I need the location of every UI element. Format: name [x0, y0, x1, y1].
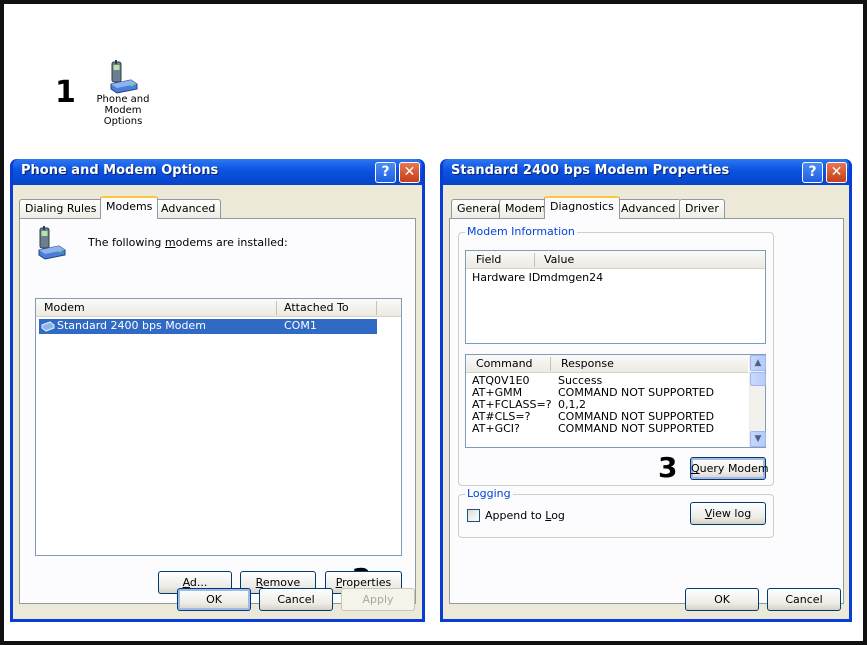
modem-port-cell: COM1	[284, 319, 317, 332]
dialog-title: Standard 2400 bps Modem Properties	[451, 163, 730, 178]
title-bar: Phone and Modem Options ? ✕	[13, 159, 422, 185]
desktop-icon-phone-modem-options[interactable]: Phone and Modem Options	[88, 60, 158, 127]
ok-button[interactable]: OK	[177, 588, 251, 611]
scroll-up-icon[interactable]: ▲	[750, 355, 766, 371]
query-modem-button[interactable]: Query Modem	[690, 457, 769, 480]
help-button[interactable]: ?	[375, 162, 396, 183]
column-divider[interactable]	[534, 253, 535, 267]
column-header-value[interactable]: Value	[544, 253, 574, 266]
modems-list-header: Modem Attached To	[36, 299, 401, 317]
vertical-scrollbar[interactable]: ▲ ▼	[749, 355, 766, 447]
column-header-command[interactable]: Command	[476, 357, 533, 370]
hardware-id-field: Hardware ID	[472, 271, 541, 284]
column-divider[interactable]	[550, 357, 551, 371]
cancel-button[interactable]: Cancel	[259, 588, 333, 611]
ok-button[interactable]: OK	[685, 588, 759, 611]
dialog-title: Phone and Modem Options	[21, 163, 219, 178]
scrollbar-thumb[interactable]	[750, 372, 766, 386]
dialog-client: Dialing Rules Modems Advanced The follow…	[13, 185, 422, 619]
logging-label: Logging	[465, 487, 513, 500]
close-button[interactable]: ✕	[399, 162, 420, 183]
append-to-log-label[interactable]: Append to Log	[485, 509, 565, 522]
desktop-icon-label-line2: Modem	[104, 105, 142, 116]
modem-info-list[interactable]: Field Value Hardware ID mdmgen24	[465, 250, 766, 344]
tab-diagnostics[interactable]: Diagnostics	[544, 196, 620, 219]
column-header-attached-to[interactable]: Attached To	[284, 301, 349, 314]
desktop-icon-label-line1: Phone and	[96, 94, 150, 105]
close-button[interactable]: ✕	[826, 162, 847, 183]
modem-info-header: Field Value	[466, 251, 765, 269]
phone-modem-icon	[107, 60, 139, 94]
tab-driver[interactable]: Driver	[679, 199, 725, 219]
tab-advanced[interactable]: Advanced	[615, 199, 682, 219]
tab-panel-diagnostics: Modem Information Field Value Hardware I…	[449, 218, 844, 604]
column-header-modem[interactable]: Modem	[44, 301, 85, 314]
tab-modems[interactable]: Modems	[100, 196, 159, 219]
step-label-3: 3	[658, 451, 678, 484]
response-cell: COMMAND NOT SUPPORTED	[558, 422, 715, 435]
desktop-icon-label-line3: Options	[103, 116, 143, 127]
modems-intro-text: The following modems are installed:	[88, 236, 288, 249]
tab-advanced[interactable]: Advanced	[155, 199, 222, 219]
cancel-button[interactable]: Cancel	[767, 588, 841, 611]
responses-list[interactable]: Command Response ATQ0V1E0 Success AT+GMM…	[465, 354, 766, 448]
view-log-button[interactable]: View log	[690, 502, 766, 525]
column-divider[interactable]	[376, 301, 377, 315]
title-bar: Standard 2400 bps Modem Properties ? ✕	[443, 159, 849, 185]
modem-information-label: Modem Information	[465, 225, 577, 238]
column-divider[interactable]	[276, 301, 277, 315]
tab-panel-modems: The following modems are installed: Mode…	[19, 218, 416, 604]
hardware-id-value: mdmgen24	[540, 271, 604, 284]
phone-modem-options-dialog: Phone and Modem Options ? ✕ Dialing Rule…	[10, 159, 425, 622]
apply-button[interactable]: Apply	[341, 588, 415, 611]
modems-list[interactable]: Modem Attached To Standard 2400 bps Mode…	[35, 298, 402, 556]
modem-properties-dialog: Standard 2400 bps Modem Properties ? ✕ G…	[440, 159, 852, 622]
modem-icon	[41, 320, 55, 332]
responses-header: Command Response	[466, 355, 748, 373]
append-to-log-checkbox[interactable]	[467, 509, 480, 522]
step-label-1: 1	[55, 75, 76, 110]
help-button[interactable]: ?	[802, 162, 823, 183]
tab-dialing-rules[interactable]: Dialing Rules	[19, 199, 103, 219]
modem-name-cell: Standard 2400 bps Modem	[57, 319, 206, 332]
column-header-field[interactable]: Field	[476, 253, 501, 266]
list-item[interactable]: Standard 2400 bps Modem COM1	[39, 319, 377, 334]
command-cell: AT+GCI?	[472, 422, 520, 435]
phone-modem-icon	[35, 226, 67, 260]
column-header-response[interactable]: Response	[561, 357, 614, 370]
scroll-down-icon[interactable]: ▼	[750, 431, 766, 447]
dialog-client: General Modem Diagnostics Advanced Drive…	[443, 185, 849, 619]
